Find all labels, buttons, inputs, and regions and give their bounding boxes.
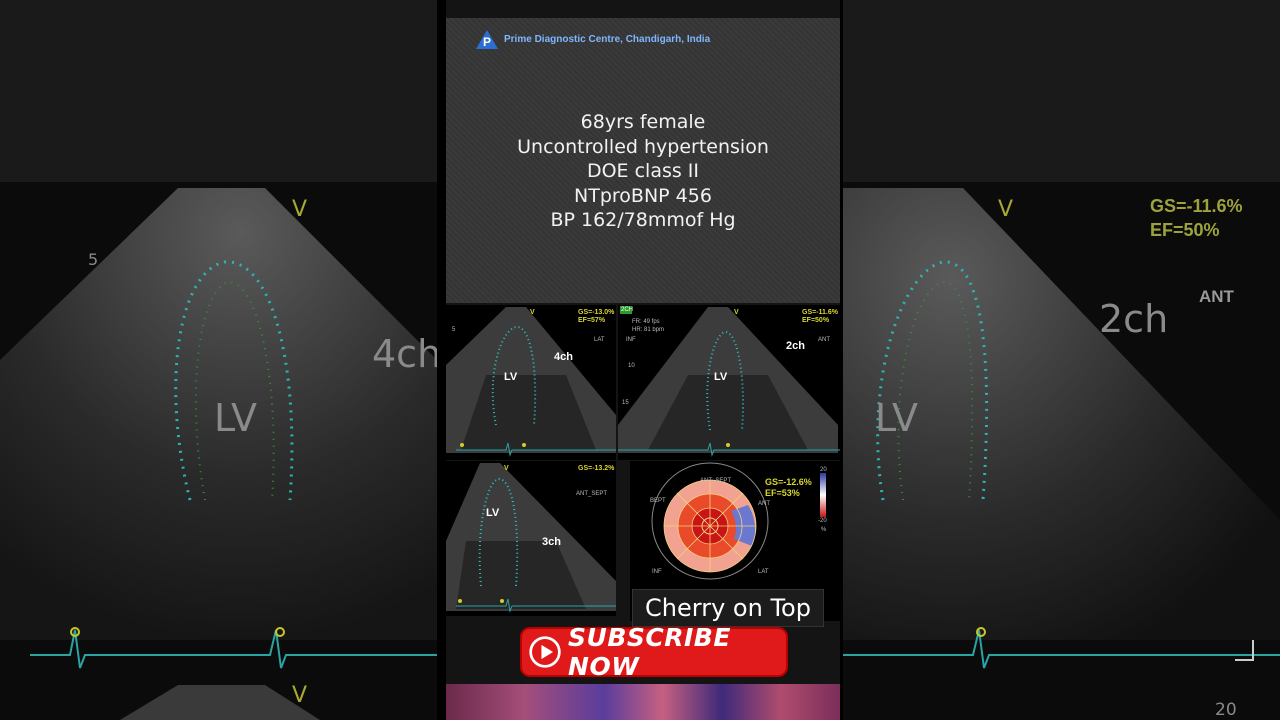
inf-label: INF xyxy=(626,337,636,343)
gs-value-3ch: GS=-13.2% xyxy=(578,465,615,472)
ultrasound-sector-right xyxy=(843,0,1280,669)
bg-view-label: 4ch xyxy=(372,332,437,376)
chamber-label-lv: LV xyxy=(504,371,518,383)
bg-depth-20: 20 xyxy=(1215,700,1237,720)
bottom-image-strip xyxy=(446,684,840,720)
echo-3ch-image xyxy=(446,463,616,613)
bg-depth-marker: 5 xyxy=(88,250,99,269)
depth-marker: 5 xyxy=(452,327,456,333)
ef-value-4ch: EF=57% xyxy=(578,317,606,324)
main-panel: P Prime Diagnostic Centre, Chandigarh, I… xyxy=(446,0,840,720)
ant-sept-label: ANT_SEPT xyxy=(700,478,732,484)
v-marker: V xyxy=(504,465,509,472)
patient-info: 68yrs female Uncontrolled hypertension D… xyxy=(446,110,840,233)
patient-line: BP 162/78mmof Hg xyxy=(550,209,736,231)
gs-value-4ch: GS=-13.0% xyxy=(578,309,615,316)
ef-value-global: EF=53% xyxy=(765,488,800,498)
chamber-label-lv: LV xyxy=(714,371,728,383)
bg-chamber-label-right: LV xyxy=(875,396,918,440)
bg-ef-value: EF=50% xyxy=(1150,220,1220,240)
view-label-3ch: 3ch xyxy=(542,536,561,548)
lat-label: LAT xyxy=(758,569,769,575)
sept-label: BEPT xyxy=(650,498,666,504)
ant-sept-label: ANT_SEPT xyxy=(576,491,608,497)
v-marker: V xyxy=(530,309,535,316)
bg-v-marker-2: V xyxy=(292,683,308,708)
echo-4ch-image xyxy=(446,307,616,457)
echo-4ch-panel: V 5 GS=-13.0% EF=57% LAT 4ch LV xyxy=(446,305,616,460)
caption-cherry-on-top: Cherry on Top xyxy=(632,589,824,627)
patient-line: 68yrs female xyxy=(580,111,706,133)
lat-label: LAT xyxy=(594,337,605,343)
echo-2ch-panel: 2CH FR: 49 fps HR: 81 bpm INF 10 15 V GS… xyxy=(618,305,840,460)
bg-view-label-right: 2ch xyxy=(1099,297,1169,341)
ant-label: ANT xyxy=(758,501,770,507)
gs-value-global: GS=-12.6% xyxy=(765,477,812,487)
view-label-2ch: 2ch xyxy=(786,340,805,352)
subscribe-label: SUBSCRIBE NOW xyxy=(568,623,731,681)
bg-ant-label: ANT xyxy=(1199,287,1234,306)
bg-v-marker-right: V xyxy=(998,197,1014,222)
background-echo-right: V GS=-11.6% EF=50% 2ch ANT LV 20 xyxy=(843,0,1280,720)
view-badge-2ch: 2CH xyxy=(621,307,634,313)
depth-10: 10 xyxy=(628,363,635,369)
background-echo-left: 5 V 4ch LV V xyxy=(0,0,437,720)
heart-rate: HR: 81 bpm xyxy=(632,327,665,333)
bg-chamber-label: LV xyxy=(214,396,257,440)
patient-line: Uncontrolled hypertension xyxy=(517,135,769,158)
header-card: P Prime Diagnostic Centre, Chandigarh, I… xyxy=(446,18,840,303)
svg-text:P: P xyxy=(483,35,491,49)
patient-line: DOE class II xyxy=(586,160,700,182)
ant-label: ANT xyxy=(818,337,830,343)
view-label-4ch: 4ch xyxy=(554,351,573,363)
patient-line: NTproBNP 456 xyxy=(574,184,712,207)
echo-3ch-panel: V GS=-13.2% ANT_SEPT LV 3ch xyxy=(446,461,616,616)
scale-max: 20 xyxy=(820,467,827,473)
ef-value-2ch: EF=50% xyxy=(802,317,830,324)
clinic-name: Prime Diagnostic Centre, Chandigarh, Ind… xyxy=(504,34,711,45)
depth-15: 15 xyxy=(622,400,629,406)
play-icon xyxy=(529,636,561,668)
prime-logo-icon: P xyxy=(476,30,498,49)
frame-rate: FR: 49 fps xyxy=(632,319,660,325)
bg-gs-value: GS=-11.6% xyxy=(1150,196,1243,216)
subscribe-button[interactable]: SUBSCRIBE NOW xyxy=(522,623,786,681)
chamber-label-lv: LV xyxy=(486,507,500,519)
inf-label: INF xyxy=(652,569,662,575)
bg-v-marker: V xyxy=(292,197,308,222)
gs-value-2ch: GS=-11.6% xyxy=(802,309,838,316)
v-marker: V xyxy=(734,309,739,316)
scale-unit: % xyxy=(821,527,827,533)
scale-min: -20 xyxy=(818,518,827,524)
